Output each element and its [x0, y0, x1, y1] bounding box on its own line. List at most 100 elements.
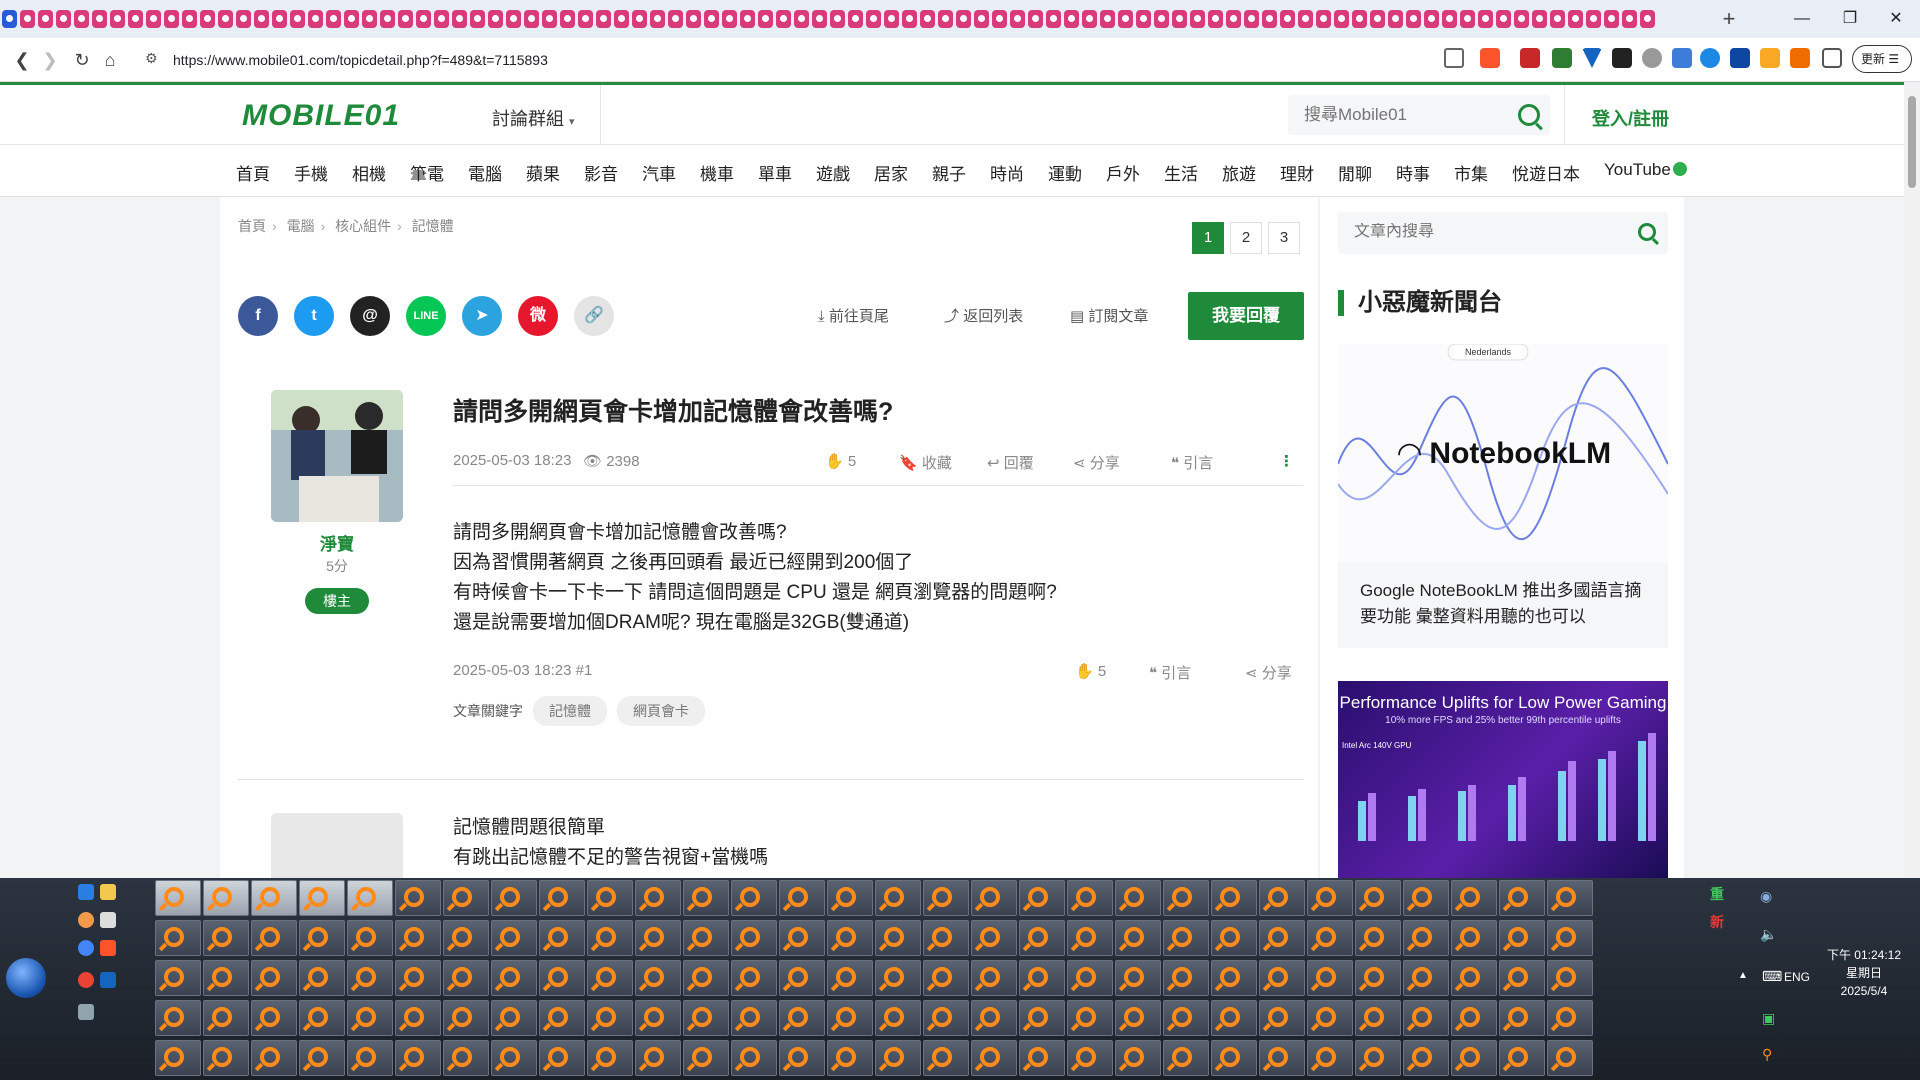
nav-item[interactable]: 遊戲 — [816, 160, 850, 185]
taskbar-app-button[interactable] — [155, 920, 201, 956]
nav-item[interactable]: 電腦 — [468, 160, 502, 185]
browser-tab[interactable] — [740, 10, 755, 28]
browser-tab[interactable] — [1442, 10, 1457, 28]
threads-icon[interactable]: @ — [350, 296, 390, 336]
extension-icon[interactable] — [1582, 48, 1602, 68]
taskbar-app-button[interactable] — [155, 1040, 201, 1076]
go-last-page-link[interactable]: ⤓ 前往頁尾 — [818, 305, 889, 326]
tray-text-1[interactable]: 重 — [1710, 884, 1724, 904]
taskbar-app-button[interactable] — [683, 920, 729, 956]
taskbar-app-button[interactable] — [1019, 960, 1065, 996]
taskbar-app-button[interactable] — [923, 1000, 969, 1036]
weibo-icon[interactable]: 微 — [518, 296, 558, 336]
taskbar-app-button[interactable] — [251, 960, 297, 996]
browser-tab[interactable] — [758, 10, 773, 28]
taskbar-app-button[interactable] — [1355, 880, 1401, 916]
taskbar-app-button[interactable] — [155, 1000, 201, 1036]
browser-tab[interactable] — [596, 10, 611, 28]
taskbar-app-button[interactable] — [1211, 1040, 1257, 1076]
taskbar-app-button[interactable] — [779, 960, 825, 996]
taskbar-app-button[interactable] — [923, 920, 969, 956]
extensions-puzzle-icon[interactable] — [1822, 48, 1842, 68]
keyword-tag[interactable]: 記憶體 — [533, 696, 607, 726]
keyword-tag[interactable]: 網頁會卡 — [617, 696, 705, 726]
browser-tab[interactable] — [128, 10, 143, 28]
browser-tab[interactable] — [308, 10, 323, 28]
browser-tab[interactable] — [1388, 10, 1403, 28]
browser-tab[interactable] — [1118, 10, 1133, 28]
extension-icon[interactable] — [1612, 48, 1632, 68]
search-icon[interactable] — [1518, 104, 1540, 126]
taskbar-app-button[interactable] — [1163, 1000, 1209, 1036]
taskbar-app-button[interactable] — [1211, 960, 1257, 996]
browser-tab[interactable] — [632, 10, 647, 28]
browser-tab[interactable] — [182, 10, 197, 28]
site-info-icon[interactable]: ⚙ — [145, 50, 158, 67]
browser-tab[interactable] — [848, 10, 863, 28]
page-scrollbar[interactable] — [1904, 82, 1920, 878]
taskbar-app-button[interactable] — [971, 880, 1017, 916]
taskbar-app-button[interactable] — [443, 920, 489, 956]
taskbar-app-button[interactable] — [1499, 920, 1545, 956]
taskbar-app-button[interactable] — [1451, 1000, 1497, 1036]
taskbar-app-button[interactable] — [587, 1000, 633, 1036]
news-1-image[interactable]: Nederlands ◠ NotebookLM — [1338, 344, 1668, 562]
taskbar-app-button[interactable] — [875, 880, 921, 916]
browser-tab[interactable] — [1154, 10, 1169, 28]
taskbar-app-button[interactable] — [299, 920, 345, 956]
tray-text-2[interactable]: 新 — [1710, 912, 1724, 932]
taskbar-app-button[interactable] — [827, 1040, 873, 1076]
back-to-list-link[interactable]: ⤴ 返回列表 — [944, 305, 1023, 326]
taskbar-app-button[interactable] — [1019, 880, 1065, 916]
taskbar-app-button[interactable] — [971, 960, 1017, 996]
taskbar-app-button[interactable] — [1307, 920, 1353, 956]
search-icon[interactable] — [1638, 223, 1656, 241]
extension-icon[interactable] — [1760, 48, 1780, 68]
taskbar-app-button[interactable] — [827, 920, 873, 956]
taskbar-app-button[interactable] — [779, 920, 825, 956]
browser-tab[interactable] — [92, 10, 107, 28]
taskbar-app-button[interactable] — [1163, 920, 1209, 956]
taskbar-app-button[interactable] — [971, 1040, 1017, 1076]
chrome-icon[interactable] — [78, 972, 94, 988]
browser-tab[interactable] — [956, 10, 971, 28]
browser-tab[interactable] — [416, 10, 431, 28]
taskbar-app-button[interactable] — [635, 1040, 681, 1076]
extension-icon[interactable] — [1790, 48, 1810, 68]
bookmark-button[interactable]: 🔖 收藏 — [899, 452, 952, 473]
nav-item[interactable]: YouTube — [1604, 160, 1687, 185]
subscribe-link[interactable]: ▤ 訂閱文章 — [1070, 305, 1148, 326]
taskbar-app-button[interactable] — [1547, 880, 1593, 916]
browser-tab[interactable] — [992, 10, 1007, 28]
taskbar-app-button[interactable] — [971, 920, 1017, 956]
taskbar-app-button[interactable] — [1115, 920, 1161, 956]
nav-item[interactable]: 閒聊 — [1338, 160, 1372, 185]
taskbar-app-button[interactable] — [443, 1040, 489, 1076]
taskbar-app-button[interactable] — [923, 1040, 969, 1076]
twitter-icon[interactable]: t — [294, 296, 334, 336]
extension-icon[interactable] — [1642, 48, 1662, 68]
taskbar-app-button[interactable] — [827, 880, 873, 916]
taskbar-app-button[interactable] — [1019, 920, 1065, 956]
taskbar-app-button[interactable] — [1115, 1000, 1161, 1036]
taskbar-app-button[interactable] — [1547, 1040, 1593, 1076]
taskbar-app-button[interactable] — [347, 880, 393, 916]
taskbar-app-button[interactable] — [491, 1040, 537, 1076]
taskbar-app-button[interactable] — [1403, 1040, 1449, 1076]
app-icon[interactable] — [78, 1004, 94, 1020]
taskbar-app-button[interactable] — [779, 1040, 825, 1076]
taskbar-app-button[interactable] — [443, 880, 489, 916]
taskbar-app-button[interactable] — [395, 1000, 441, 1036]
site-search-input[interactable] — [1304, 105, 1504, 125]
taskbar-app-button[interactable] — [1163, 1040, 1209, 1076]
taskbar-app-button[interactable] — [155, 880, 201, 916]
nav-item[interactable]: 戶外 — [1106, 160, 1140, 185]
new-tab-button[interactable]: + — [1716, 6, 1742, 32]
taskbar-app-button[interactable] — [1451, 920, 1497, 956]
like-button[interactable]: ✋ 5 — [825, 452, 856, 470]
notepad-icon[interactable] — [100, 912, 116, 928]
browser-tab[interactable] — [1010, 10, 1025, 28]
keyboard-icon[interactable]: ⌨ — [1762, 968, 1782, 985]
close-button[interactable]: ✕ — [1874, 6, 1918, 32]
browser-tab[interactable] — [794, 10, 809, 28]
